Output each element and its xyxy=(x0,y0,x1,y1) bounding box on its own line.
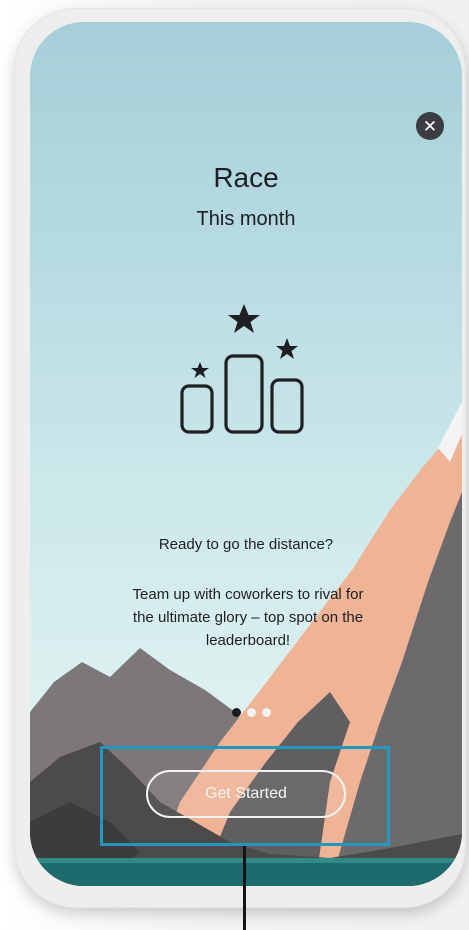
page-dot[interactable] xyxy=(261,707,271,717)
page-indicator xyxy=(226,706,276,718)
annotation-pointer-line xyxy=(243,846,246,930)
tagline-text: Ready to go the distance? xyxy=(158,536,334,553)
page-title: Race xyxy=(213,162,279,193)
lake-shine xyxy=(30,858,462,863)
description-text: Team up with coworkers to rival for the … xyxy=(132,586,364,649)
close-icon[interactable]: ✕ xyxy=(416,112,444,140)
page-dot[interactable] xyxy=(246,707,256,717)
page-dot-active[interactable] xyxy=(231,707,241,717)
podium-stars-icon xyxy=(180,304,304,434)
annotation-highlight-box xyxy=(100,746,390,846)
page-subtitle: This month xyxy=(196,208,296,230)
